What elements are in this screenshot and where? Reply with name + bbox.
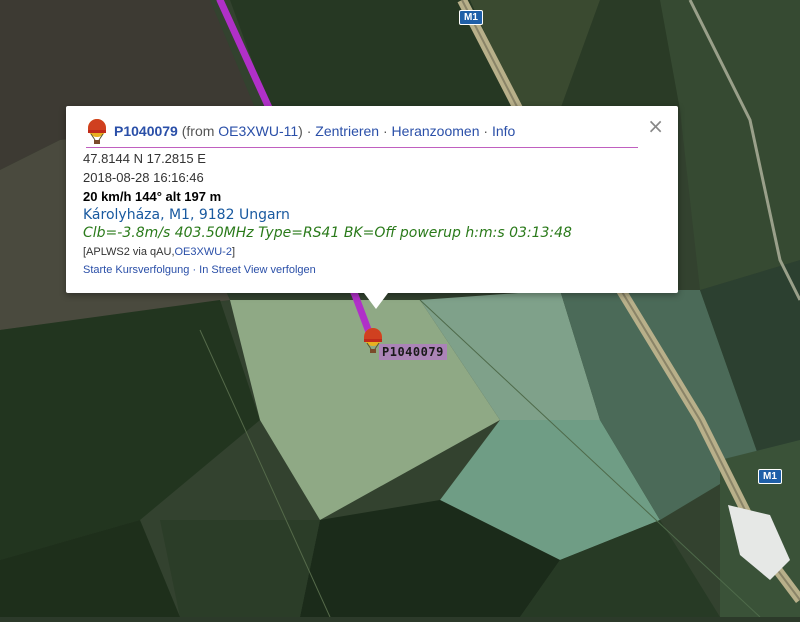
- speed-course-altitude: 20 km/h 144° alt 197 m: [83, 189, 222, 204]
- info-popup: × P1040079 (from OE3XWU-11) · Zentrieren…: [66, 106, 678, 309]
- balloon-icon: [86, 119, 108, 148]
- location-address: Károlyháza, M1, 9182 Ungarn: [83, 207, 290, 223]
- telemetry-comment: Clb=-3.8m/s 403.50MHz Type=RS41 BK=Off p…: [83, 225, 572, 241]
- action-links: Starte Kursverfolgung · In Street View v…: [83, 264, 316, 276]
- center-link[interactable]: Zentrieren: [315, 123, 379, 139]
- close-icon[interactable]: ×: [647, 116, 664, 136]
- satellite-map[interactable]: M1 M1 P1040079: [0, 0, 800, 618]
- popup-header: P1040079 (from OE3XWU-11) · Zentrieren ·…: [86, 119, 638, 148]
- info-link[interactable]: Info: [492, 123, 515, 139]
- from-callsign-link[interactable]: OE3XWU-11: [218, 123, 298, 139]
- separator: ·: [379, 123, 392, 139]
- street-view-link[interactable]: In Street View verfolgen: [199, 264, 316, 276]
- from-suffix: ) ·: [298, 123, 316, 139]
- separator: ·: [479, 123, 492, 139]
- path-suffix: ]: [231, 246, 236, 258]
- road-shield-m1-bottom: M1: [758, 469, 782, 484]
- aprs-path: [APLWS2 via qAU,OE3XWU-2]: [83, 246, 235, 258]
- zoom-in-link[interactable]: Heranzoomen: [392, 123, 480, 139]
- marker-label[interactable]: P1040079: [379, 344, 447, 360]
- path-callsign-link[interactable]: OE3XWU-2: [175, 246, 232, 258]
- path-prefix: [APLWS2 via qAU,: [83, 246, 175, 258]
- separator: ·: [189, 264, 200, 276]
- callsign-link[interactable]: P1040079: [114, 123, 178, 139]
- from-prefix: (from: [181, 123, 219, 139]
- coordinates: 47.8144 N 17.2815 E: [83, 151, 206, 166]
- timestamp: 2018-08-28 16:16:46: [83, 170, 204, 185]
- road-shield-m1-top: M1: [459, 10, 483, 25]
- start-tracking-link[interactable]: Starte Kursverfolgung: [83, 264, 189, 276]
- satellite-imagery: [0, 0, 800, 618]
